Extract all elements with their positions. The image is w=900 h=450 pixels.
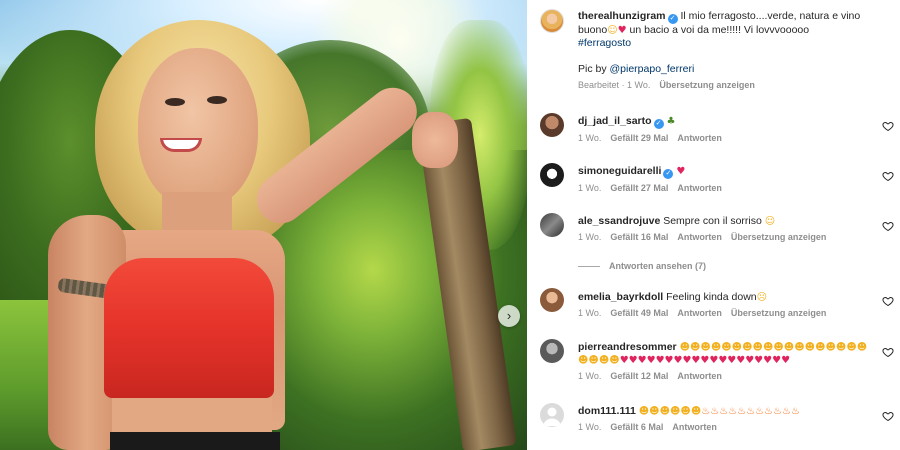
drooling-face-emoji-icon: ☺ bbox=[607, 25, 618, 36]
credit-mention[interactable]: @pierpapo_ferreri bbox=[610, 63, 695, 75]
comment-age: 1 Wo. bbox=[578, 371, 602, 381]
comment-body: simoneguidarelli ✓ ♥ 1 Wo. Gefällt 27 Mal A… bbox=[578, 165, 874, 195]
chevron-right-icon: › bbox=[506, 308, 512, 323]
comment-username[interactable]: ale_ssandrojuve bbox=[578, 215, 660, 227]
reply-button[interactable]: Antworten bbox=[677, 232, 722, 242]
reply-button[interactable]: Antworten bbox=[677, 308, 722, 318]
reply-button[interactable]: Antworten bbox=[677, 371, 722, 381]
caption-body: therealhunzigram ✓ Il mio ferragosto....v… bbox=[578, 10, 874, 92]
heart-eyes-and-hearts-emoji-row-icon: ☻☻☻☻♥♥♥♥♥♥♥♥♥♥♥♥♥♥♥♥♥♥♥ bbox=[578, 355, 791, 366]
photo-hand bbox=[412, 112, 458, 168]
comment-age: 1 Wo. bbox=[578, 232, 602, 242]
commenter-avatar[interactable] bbox=[540, 288, 564, 312]
replies-divider bbox=[578, 266, 600, 268]
heart-outline-icon[interactable] bbox=[882, 220, 894, 232]
comment-likes[interactable]: Gefällt 16 Mal bbox=[610, 232, 668, 242]
photo-face bbox=[138, 48, 258, 208]
commenter-avatar[interactable] bbox=[540, 163, 564, 187]
verified-badge-icon: ✓ bbox=[667, 14, 678, 24]
comment-likes[interactable]: Gefällt 29 Mal bbox=[610, 133, 668, 143]
photo-red-top bbox=[104, 258, 274, 398]
translate-button[interactable]: Übersetzung anzeigen bbox=[731, 232, 827, 242]
comment-age: 1 Wo. bbox=[578, 183, 602, 193]
comment-text: Sempre con il sorriso bbox=[663, 215, 762, 227]
comment-likes[interactable]: Gefällt 49 Mal bbox=[610, 308, 668, 318]
photo-eye-left bbox=[165, 98, 185, 106]
photo-eye-right bbox=[207, 96, 227, 104]
comment-body: emelia_bayrkdoll Feeling kinda down☹ 1 W… bbox=[578, 291, 874, 320]
comment-username[interactable]: emelia_bayrkdoll bbox=[578, 291, 663, 303]
heart-eyes-and-fire-emoji-row-icon: ☻☻☻☻☻☻♨♨♨♨♨♨♨♨♨♨♨ bbox=[638, 406, 800, 417]
caption-edited: Bearbeitet · 1 Wo. bbox=[578, 80, 651, 90]
view-replies-label: Antworten ansehen (7) bbox=[609, 261, 707, 271]
carousel-next-button[interactable]: › bbox=[498, 305, 520, 327]
verified-badge-icon: ✓ bbox=[663, 169, 674, 179]
heart-outline-icon[interactable] bbox=[882, 120, 894, 132]
caption-username[interactable]: therealhunzigram bbox=[578, 10, 666, 22]
heart-outline-icon[interactable] bbox=[882, 170, 894, 182]
default-user-icon bbox=[543, 407, 561, 426]
comment-likes[interactable]: Gefällt 6 Mal bbox=[610, 422, 663, 432]
caption-translate-button[interactable]: Übersetzung anzeigen bbox=[659, 80, 755, 90]
heart-outline-icon[interactable] bbox=[882, 346, 894, 358]
comment-likes[interactable]: Gefällt 27 Mal bbox=[610, 183, 668, 193]
comment-text: Feeling kinda down bbox=[666, 291, 757, 303]
commenter-avatar[interactable] bbox=[540, 403, 564, 427]
commenter-avatar[interactable] bbox=[540, 213, 564, 237]
reply-button[interactable]: Antworten bbox=[672, 422, 717, 432]
comment-username[interactable]: simoneguidarelli bbox=[578, 165, 661, 177]
comment-likes[interactable]: Gefällt 12 Mal bbox=[610, 371, 668, 381]
red-heart-emoji-icon: ♥ bbox=[676, 166, 686, 177]
comment-username[interactable]: dom111.111 bbox=[578, 405, 636, 417]
pot-of-food-emoji-icon: ♣ bbox=[666, 116, 676, 127]
smiling-face-emoji-icon: ☺ bbox=[764, 216, 776, 227]
comment-body: dom111.111 ☻☻☻☻☻☻♨♨♨♨♨♨♨♨♨♨♨ 1 Wo. Gefäll… bbox=[578, 405, 874, 434]
credit-prefix: Pic by bbox=[578, 63, 610, 75]
post-photo[interactable]: › bbox=[0, 0, 527, 450]
photo-black-belt bbox=[110, 432, 280, 450]
heart-eyes-emoji-row-icon: ☻☻☻☻☻☻☻☻☻☻☻☻☻☻☻☻☻☻ bbox=[679, 342, 868, 353]
comment-age: 1 Wo. bbox=[578, 133, 602, 143]
heart-outline-icon[interactable] bbox=[882, 295, 894, 307]
translate-button[interactable]: Übersetzung anzeigen bbox=[731, 308, 827, 318]
comment-age: 1 Wo. bbox=[578, 308, 602, 318]
author-avatar[interactable] bbox=[540, 9, 564, 33]
caption-hashtag[interactable]: #ferragosto bbox=[578, 37, 631, 49]
comment-username[interactable]: pierreandresommer bbox=[578, 341, 677, 353]
commenter-avatar[interactable] bbox=[540, 113, 564, 137]
view-replies-button[interactable]: Antworten ansehen (7) bbox=[578, 261, 706, 271]
heart-outline-icon[interactable] bbox=[882, 410, 894, 422]
reply-button[interactable]: Antworten bbox=[677, 133, 722, 143]
reply-button[interactable]: Antworten bbox=[677, 183, 722, 193]
sad-face-emoji-icon: ☹ bbox=[756, 292, 768, 303]
caption-text-rest: un bacio a voi da me!!!!! Vi lovvvooooo bbox=[626, 24, 810, 36]
red-heart-emoji-icon: ♥ bbox=[617, 25, 627, 36]
comment-body: dj_jad_il_sarto ✓ ♣ 1 Wo. Gefällt 29 Mal An… bbox=[578, 115, 874, 145]
comment-username[interactable]: dj_jad_il_sarto bbox=[578, 115, 652, 127]
comment-age: 1 Wo. bbox=[578, 422, 602, 432]
comments-panel: therealhunzigram ✓ Il mio ferragosto....v… bbox=[527, 0, 900, 450]
verified-badge-icon: ✓ bbox=[653, 119, 664, 129]
comment-body: pierreandresommer ☻☻☻☻☻☻☻☻☻☻☻☻☻☻☻☻☻☻ ☻☻☻… bbox=[578, 341, 874, 383]
commenter-avatar[interactable] bbox=[540, 339, 564, 363]
comment-body: ale_ssandrojuve Sempre con il sorriso ☺ … bbox=[578, 215, 874, 244]
